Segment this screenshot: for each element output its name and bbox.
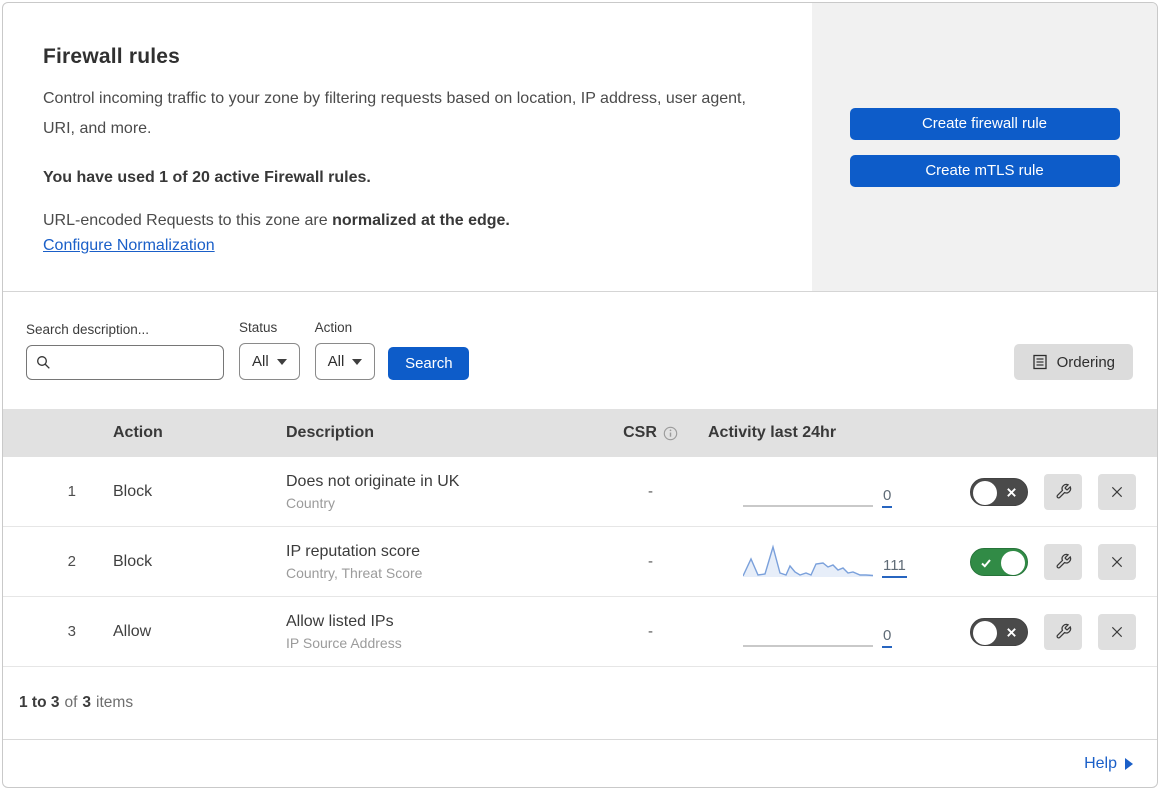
rule-fields: Country, Threat Score [286,564,423,581]
status-field: Status All [239,320,300,380]
info-icon [663,426,678,440]
status-label: Status [239,320,278,335]
close-icon [1111,626,1123,637]
rule-enabled-toggle[interactable] [970,547,1028,576]
rule-fields: IP Source Address [286,634,402,651]
search-box[interactable] [26,345,224,380]
chevron-down-icon [276,358,287,365]
rule-csr: - [648,623,653,640]
wrench-icon [1056,553,1071,569]
table-row: 3 Allow Allow listed IPs IP Source Addre… [3,597,1157,667]
action-field: Action All [314,320,376,380]
delete-rule-button[interactable] [1098,613,1136,650]
search-input[interactable] [58,354,214,371]
wrench-icon [1056,623,1071,639]
rule-csr: - [648,483,653,500]
edit-rule-button[interactable] [1044,613,1082,650]
usage-summary: You have used 1 of 20 active Firewall ru… [43,169,371,186]
rule-description: Does not originate in UK [286,472,460,490]
arrow-right-icon [1125,758,1133,770]
pagination-summary: 1 to 3 of 3 items [3,667,1157,740]
page-title: Firewall rules [43,45,181,68]
close-icon [1111,556,1123,567]
activity-count-link[interactable]: 111 [882,557,907,578]
column-action: Action [113,424,163,441]
rule-priority: 3 [67,623,76,640]
header-section: Firewall rules Control incoming traffic … [3,3,1157,292]
cross-icon [1007,487,1016,497]
rule-description: IP reputation score [286,542,421,560]
search-field: Search description... [26,322,224,380]
chevron-down-icon [352,358,363,365]
activity-count-link[interactable]: 0 [882,487,893,508]
wrench-icon [1056,483,1071,499]
rule-action: Block [113,482,153,500]
create-firewall-rule-button[interactable]: Create firewall rule [849,107,1120,140]
close-icon [1111,486,1123,497]
activity-sparkline [743,543,873,577]
delete-rule-button[interactable] [1098,473,1136,510]
search-icon [37,356,50,369]
edit-rule-button[interactable] [1044,543,1082,580]
ordering-button[interactable]: Ordering [1013,344,1133,380]
activity-sparkline [743,644,873,647]
column-description: Description [286,424,375,441]
header-text-block: Firewall rules Control incoming traffic … [3,3,812,291]
rule-fields: Country [286,494,336,511]
status-dropdown[interactable]: All [239,343,300,380]
activity-sparkline [743,504,873,507]
rule-action: Block [113,552,153,570]
delete-rule-button[interactable] [1098,543,1136,580]
rule-priority: 2 [67,553,76,570]
firewall-rules-card: Firewall rules Control incoming traffic … [2,2,1158,788]
check-icon [981,558,991,568]
rule-description: Allow listed IPs [286,612,394,630]
column-activity: Activity last 24hr [708,424,837,441]
table-row: 1 Block Does not originate in UK Country… [3,457,1157,527]
rule-action: Allow [113,622,152,640]
create-mtls-rule-button[interactable]: Create mTLS rule [849,154,1120,187]
rule-csr: - [648,553,653,570]
edit-rule-button[interactable] [1044,473,1082,510]
action-dropdown[interactable]: All [314,343,376,380]
search-label: Search description... [26,322,150,337]
filter-bar: Search description... Status All Action … [3,292,1157,409]
cross-icon [1007,627,1016,637]
table-header: Action Description CSR Activity last 24h… [3,409,1157,457]
help-link[interactable]: Help [1084,755,1133,773]
actions-panel: Create firewall rule Create mTLS rule [812,3,1157,291]
column-csr: CSR [623,424,678,442]
help-bar: Help [3,740,1157,787]
table-row: 2 Block IP reputation score Country, Thr… [3,527,1157,597]
action-label: Action [314,320,353,335]
normalization-note: URL-encoded Requests to this zone are no… [43,212,510,229]
rule-enabled-toggle[interactable] [970,617,1028,646]
rule-priority: 1 [67,483,76,500]
rule-enabled-toggle[interactable] [970,477,1028,506]
page-description: Control incoming traffic to your zone by… [43,90,746,137]
list-document-icon [1032,354,1047,370]
activity-count-link[interactable]: 0 [882,627,893,648]
configure-normalization-link[interactable]: Configure Normalization [43,237,215,255]
search-button[interactable]: Search [388,347,470,380]
